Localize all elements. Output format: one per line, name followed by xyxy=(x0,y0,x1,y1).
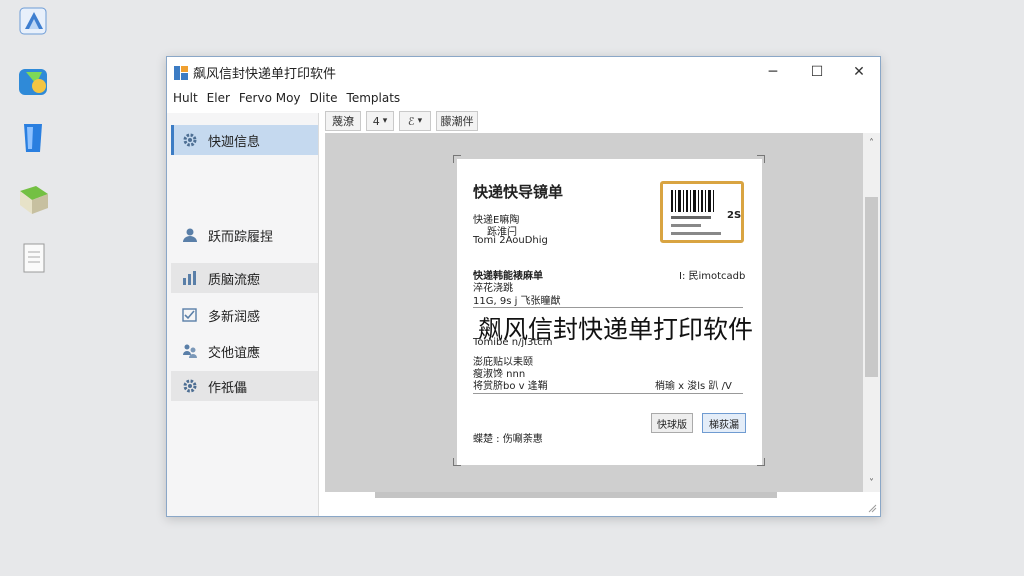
toolbar-dropdown-1[interactable]: 4 ▾ xyxy=(366,111,394,131)
maximize-button[interactable]: ☐ xyxy=(796,57,838,87)
people-icon xyxy=(181,342,199,360)
menu-hult[interactable]: Hult xyxy=(173,91,198,105)
user-icon xyxy=(181,226,199,244)
gear-icon xyxy=(181,131,199,149)
toolbar-button-1[interactable]: 蔑潦 xyxy=(325,111,361,131)
toolbar-dropdown-2[interactable]: ℰ ▾ xyxy=(399,111,431,131)
menu-dlite[interactable]: Dlite xyxy=(310,91,338,105)
divider xyxy=(473,307,743,308)
preview-button-1[interactable]: 快球版 xyxy=(651,413,693,433)
minimize-button[interactable]: ─ xyxy=(752,57,794,87)
close-button[interactable]: ✕ xyxy=(838,57,880,87)
gear-icon xyxy=(181,377,199,395)
chevron-down-icon: ▾ xyxy=(382,116,388,126)
sidebar-item-6[interactable]: 作祇儡 xyxy=(171,371,318,401)
menu-templats[interactable]: Templats xyxy=(347,91,401,105)
sidebar-item-label: 作祇儡 xyxy=(208,380,248,396)
waybill-line: 将赏脐bo v 逢鞘 xyxy=(473,381,548,392)
app-logo-icon xyxy=(174,66,188,80)
barcode-icon xyxy=(671,190,714,212)
sidebar-item-label: 交他谊應 xyxy=(208,345,261,361)
sidebar-item-label: 跃而踪履捏 xyxy=(208,229,274,245)
scroll-down-icon[interactable]: ˅ xyxy=(863,475,880,491)
desktop-app-icon-3[interactable] xyxy=(14,118,54,158)
sidebar-item-3[interactable]: 质脑流瘛 xyxy=(171,263,318,293)
waybill-heading: 快递快导镜单 xyxy=(473,183,564,201)
sidebar-item-label: 多新润感 xyxy=(208,309,261,325)
sidebar-item-1[interactable]: 快迦信息 xyxy=(171,125,318,155)
desktop-app-icon-2[interactable] xyxy=(14,62,54,102)
barcode-text-line xyxy=(671,216,711,219)
toolbar: 蔑潦 4 ▾ ℰ ▾ 朦潮伴 xyxy=(325,111,483,131)
sidebar-item-4[interactable]: 多新润感 xyxy=(171,300,318,330)
sidebar: 快迦信息 跃而踪履捏 质脑流瘛 多新润感 交他谊應 作祇儡 xyxy=(167,113,319,516)
chart-icon xyxy=(181,269,199,287)
desktop-document-icon[interactable] xyxy=(14,238,54,278)
waybill-right-label: 梢瑜 x 浚ls 趴 /V xyxy=(655,381,732,392)
checklist-icon xyxy=(181,306,199,324)
menu-fervo-moy[interactable]: Fervo Moy xyxy=(239,91,301,105)
barcode-text-line xyxy=(671,224,701,227)
preview-button-2[interactable]: 梯荻漏 xyxy=(702,413,746,433)
app-window: 飙风信封快递单打印软件 ─ ☐ ✕ Hult Eler Fervo Moy Dl… xyxy=(166,56,881,517)
window-title: 飙风信封快递单打印软件 xyxy=(193,67,337,82)
sidebar-item-label: 质脑流瘛 xyxy=(208,272,261,288)
sidebar-item-5[interactable]: 交他谊應 xyxy=(171,336,318,366)
divider xyxy=(473,393,743,394)
toolbar-dropdown-label: 4 xyxy=(372,114,380,128)
toolbar-dropdown-label: ℰ xyxy=(407,114,415,128)
vertical-scroll-thumb[interactable] xyxy=(865,197,878,377)
waybill-right-label: I: 民imotcadb xyxy=(679,271,746,282)
sidebar-item-2[interactable]: 跃而踪履捏 xyxy=(171,220,318,250)
barcode-text-line xyxy=(671,232,721,235)
waybill-line: 11G, 9s j 飞张瞳猷 xyxy=(473,296,561,307)
toolbar-button-2[interactable]: 朦潮伴 xyxy=(436,111,478,131)
resize-grip-icon[interactable] xyxy=(867,503,877,513)
overlay-title: 飙风信封快递单打印软件 xyxy=(478,315,754,344)
desktop-app-icon-4[interactable] xyxy=(14,180,54,220)
chevron-down-icon: ▾ xyxy=(417,116,423,126)
desktop-app-icon-1[interactable] xyxy=(14,2,54,42)
waybill-line: Tomi 2AouDhig xyxy=(473,235,548,246)
menu-eler[interactable]: Eler xyxy=(207,91,230,105)
sidebar-item-label: 快迦信息 xyxy=(208,134,261,150)
menu-bar: Hult Eler Fervo Moy Dlite Templats xyxy=(167,87,880,109)
scroll-up-icon[interactable]: ˄ xyxy=(863,135,880,151)
barcode-label: 2S xyxy=(660,181,744,243)
horizontal-scroll-thumb[interactable] xyxy=(375,492,777,498)
title-bar[interactable]: 飙风信封快递单打印软件 ─ ☐ ✕ xyxy=(167,57,880,87)
waybill-footer: 蝶楚 : 伤唰荼惠 xyxy=(473,434,543,445)
barcode-code: 2S xyxy=(727,210,742,221)
